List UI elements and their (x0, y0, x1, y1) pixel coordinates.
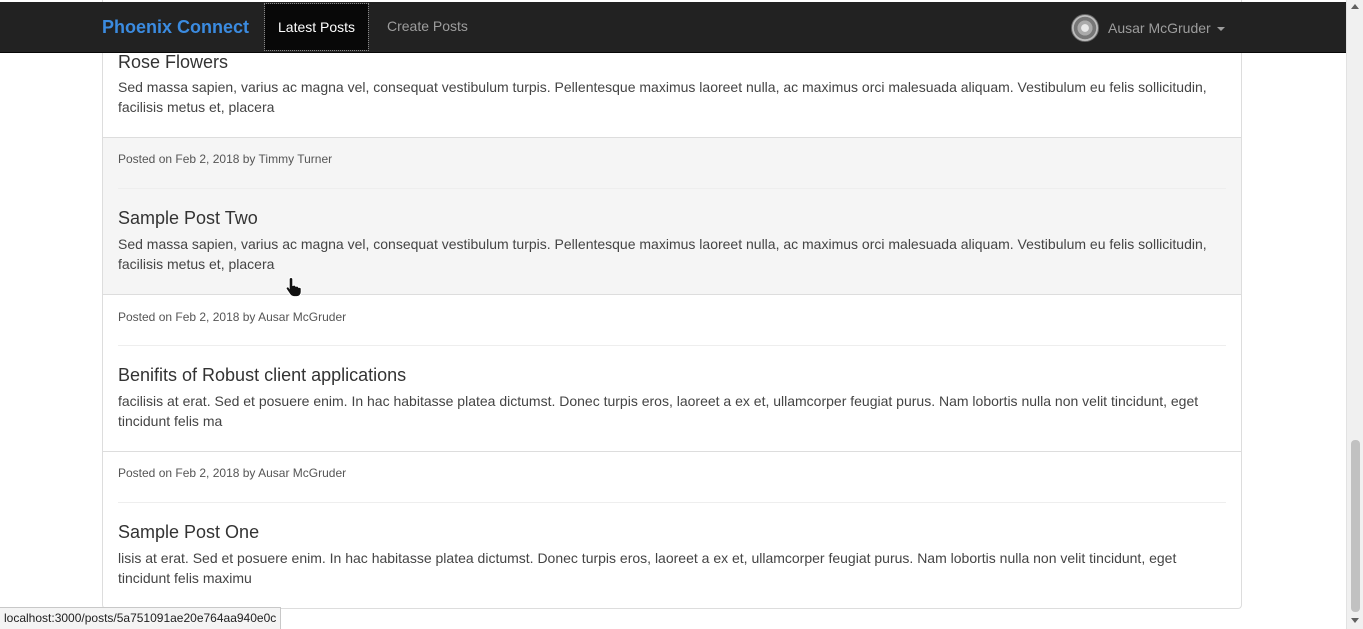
browser-viewport: Rose Flowers Sed massa sapien, varius ac… (0, 0, 1346, 629)
scroll-up-icon[interactable] (1351, 4, 1359, 9)
nav-create-posts[interactable]: Create Posts (374, 2, 481, 51)
post-title[interactable]: Benifits of Robust client applications (118, 365, 406, 386)
hand-cursor-icon (285, 276, 302, 298)
vertical-scrollbar[interactable] (1346, 0, 1363, 629)
post-meta: Posted on Feb 2, 2018 by Timmy Turner (118, 152, 333, 166)
nav-latest-posts[interactable]: Latest Posts (263, 3, 370, 51)
avatar (1071, 14, 1099, 42)
top-navbar: Phoenix Connect Latest Posts Create Post… (0, 2, 1346, 53)
post-title[interactable]: Sample Post One (118, 522, 259, 543)
post-body: facilisis at erat. Sed et posuere enim. … (118, 393, 1199, 429)
scrollbar-thumb[interactable] (1351, 440, 1360, 612)
brand-link[interactable]: Phoenix Connect (102, 17, 249, 38)
post-body: Sed massa sapien, varius ac magna vel, c… (118, 79, 1207, 115)
user-menu-toggle[interactable]: Ausar McGruder (1071, 14, 1225, 42)
caret-down-icon (1216, 27, 1225, 31)
post-body: Sed massa sapien, varius ac magna vel, c… (118, 236, 1207, 272)
post-item[interactable]: Posted on Feb 2, 2018 by Ausar McGruder … (103, 295, 1241, 452)
post-title[interactable]: Rose Flowers (118, 52, 228, 73)
post-body: lisis at erat. Sed et posuere enim. In h… (118, 550, 1177, 586)
post-divider (118, 502, 1226, 503)
user-name: Ausar McGruder (1108, 20, 1211, 36)
status-bar-url: localhost:3000/posts/5a751091ae20e764aa9… (0, 607, 282, 629)
post-meta: Posted on Feb 2, 2018 by Ausar McGruder (118, 466, 347, 480)
scroll-down-icon[interactable] (1351, 618, 1359, 623)
post-item[interactable]: Posted on Feb 2, 2018 by Ausar McGruder … (103, 452, 1241, 609)
post-title[interactable]: Sample Post Two (118, 208, 258, 229)
post-meta: Posted on Feb 2, 2018 by Ausar McGruder (118, 310, 347, 324)
post-divider (118, 188, 1226, 189)
post-divider (118, 345, 1226, 346)
post-item[interactable]: Posted on Feb 2, 2018 by Timmy Turner Sa… (103, 138, 1241, 295)
posts-list-panel: Rose Flowers Sed massa sapien, varius ac… (102, 0, 1242, 609)
